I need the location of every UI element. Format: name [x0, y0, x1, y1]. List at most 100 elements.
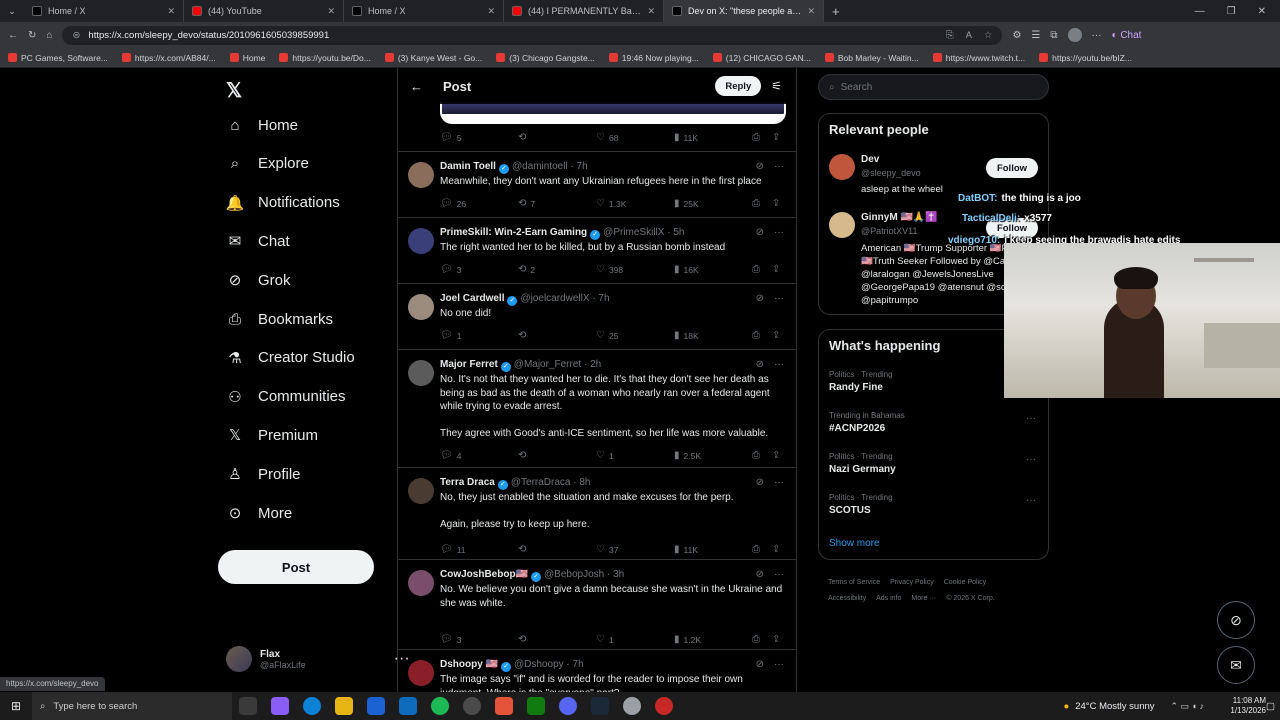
- bookmark-item[interactable]: https://www.twitch.t...: [932, 53, 1025, 63]
- tab-close-icon[interactable]: ✕: [487, 6, 495, 17]
- site-info-icon[interactable]: ⊜: [72, 30, 80, 41]
- nav-item-chat[interactable]: ✉ Chat: [226, 232, 290, 251]
- reply-action[interactable]: 💬︎ 1: [440, 330, 461, 341]
- bookmark-item[interactable]: Bob Marley - Waitin...: [824, 53, 919, 63]
- grok-explain-icon[interactable]: ⊘: [756, 659, 764, 670]
- views-action[interactable]: ▮ 25K: [674, 198, 699, 209]
- like-action[interactable]: ♡ 37: [596, 544, 618, 555]
- install-app-icon[interactable]: ⎘: [946, 30, 954, 41]
- footer-link[interactable]: Accessibility: [828, 595, 866, 602]
- bookmark-action[interactable]: ⎙: [752, 634, 760, 645]
- account-switcher[interactable]: Flax @aFlaxLife ···: [226, 646, 410, 672]
- reply-author-name[interactable]: Joel Cardwell: [440, 293, 504, 304]
- settings-icon[interactable]: [623, 697, 641, 715]
- views-action[interactable]: ▮ 2.5K: [674, 450, 701, 461]
- views-action[interactable]: ▮ 1.2K: [674, 634, 701, 645]
- more-options-icon[interactable]: ···: [774, 477, 784, 488]
- restore-icon[interactable]: ❐: [1227, 6, 1236, 17]
- views-action[interactable]: ▮ 18K: [674, 330, 699, 341]
- more-menu-icon[interactable]: ···: [1092, 30, 1102, 41]
- reload-icon[interactable]: ↻: [28, 30, 36, 41]
- read-aloud-icon[interactable]: A: [966, 30, 972, 41]
- repost-action[interactable]: ⟲: [518, 132, 526, 143]
- trend-item[interactable]: Politics · Trending Nazi Germany: [829, 452, 896, 475]
- favorites-icon[interactable]: ☰: [1031, 30, 1040, 41]
- reply-author-name[interactable]: CowJoshBebop🇺🇸: [440, 569, 528, 580]
- nav-item-home[interactable]: ⌂ Home: [226, 116, 298, 134]
- nav-item-premium[interactable]: 𝕏 Premium: [226, 426, 318, 445]
- bookmark-action[interactable]: ⎙: [752, 132, 760, 143]
- filter-settings-icon[interactable]: ⚟: [771, 79, 782, 93]
- bookmark-item[interactable]: https://youtu.be/Do...: [279, 53, 371, 63]
- share-action[interactable]: ⇪: [772, 198, 780, 209]
- collections-icon[interactable]: ⧉: [1050, 30, 1057, 41]
- trend-item[interactable]: Trending in Bahamas #ACNP2026: [829, 411, 905, 434]
- avatar[interactable]: [408, 228, 434, 254]
- reply-action[interactable]: 💬︎ 5: [440, 132, 461, 143]
- address-bar[interactable]: ⊜ https://x.com/sleepy_devo/status/20109…: [62, 25, 1003, 45]
- trend-more-icon[interactable]: ···: [1026, 495, 1036, 506]
- bookmark-item[interactable]: https://youtu.be/bIZ...: [1039, 53, 1132, 63]
- back-icon[interactable]: ←: [8, 30, 18, 41]
- clock[interactable]: 11:08 AM 1/13/2026: [1214, 696, 1266, 716]
- messages-float-button[interactable]: ✉: [1217, 646, 1255, 684]
- tab-close-icon[interactable]: ✕: [327, 6, 335, 17]
- reply-author-name[interactable]: Major Ferret: [440, 359, 498, 370]
- like-action[interactable]: ♡ 398: [596, 264, 623, 275]
- more-options-icon[interactable]: ···: [774, 227, 784, 238]
- grok-float-button[interactable]: ⊘: [1217, 601, 1255, 639]
- repost-action[interactable]: ⟲: [518, 450, 530, 461]
- avatar[interactable]: [829, 212, 855, 238]
- bookmark-item[interactable]: (3) Chicago Gangste...: [496, 53, 595, 63]
- reply-action[interactable]: 💬︎ 3: [440, 634, 461, 645]
- avatar[interactable]: [829, 154, 855, 180]
- bookmark-action[interactable]: ⎙: [752, 264, 760, 275]
- reply-action[interactable]: 💬︎ 4: [440, 450, 461, 461]
- close-window-icon[interactable]: ✕: [1258, 6, 1266, 17]
- store-icon[interactable]: [367, 697, 385, 715]
- grok-explain-icon[interactable]: ⊘: [756, 359, 764, 370]
- xbox-icon[interactable]: [527, 697, 545, 715]
- obs-icon[interactable]: [495, 697, 513, 715]
- more-options-icon[interactable]: ···: [774, 659, 784, 670]
- reply-author-name[interactable]: Dshoopy 🇺🇸: [440, 659, 498, 670]
- tab-close-icon[interactable]: ✕: [807, 6, 815, 17]
- share-action[interactable]: ⇪: [772, 544, 780, 555]
- nav-item-creator-studio[interactable]: ⚗ Creator Studio: [226, 349, 354, 367]
- repost-action[interactable]: ⟲: [518, 544, 530, 555]
- like-action[interactable]: ♡ 25: [596, 330, 618, 341]
- discord-icon[interactable]: [559, 697, 577, 715]
- nav-item-more[interactable]: ⊙ More: [226, 504, 292, 523]
- more-options-icon[interactable]: ···: [774, 161, 784, 172]
- reply-post[interactable]: Major Ferret ✓ @Major_Ferret · 2h ⊘ ··· No. I…: [398, 350, 796, 468]
- nav-item-bookmarks[interactable]: ⎙ Bookmarks: [226, 310, 333, 328]
- reply-button[interactable]: Reply: [715, 76, 762, 96]
- bookmark-action[interactable]: ⎙: [752, 198, 760, 209]
- bookmark-item[interactable]: (12) CHICAGO GAN...: [712, 53, 811, 63]
- grok-explain-icon[interactable]: ⊘: [756, 293, 764, 304]
- bookmark-item[interactable]: 19:46 Now playing...: [608, 53, 699, 63]
- repost-action[interactable]: ⟲: [518, 634, 530, 645]
- trend-item[interactable]: Politics · Trending SCOTUS: [829, 493, 893, 516]
- footer-link[interactable]: Terms of Service: [828, 579, 880, 586]
- views-action[interactable]: ▮ 11K: [674, 544, 698, 555]
- footer-link[interactable]: Privacy Policy: [890, 579, 934, 586]
- media-icon[interactable]: [463, 697, 481, 715]
- reply-post[interactable]: PrimeSkill: Win-2-Earn Gaming ✓ @PrimeSkil…: [398, 218, 796, 284]
- nav-item-explore[interactable]: ⌕ Explore: [226, 155, 309, 173]
- grok-explain-icon[interactable]: ⊘: [756, 477, 764, 488]
- avatar[interactable]: [408, 660, 434, 686]
- footer-link[interactable]: Cookie Policy: [944, 579, 986, 586]
- post-button[interactable]: Post: [218, 550, 374, 584]
- footer-link[interactable]: © 2026 X Corp.: [946, 595, 994, 602]
- trend-item[interactable]: Politics · Trending Randy Fine: [829, 370, 893, 393]
- reply-action[interactable]: 💬︎ 26: [440, 198, 466, 209]
- repost-action[interactable]: ⟲: [518, 330, 530, 341]
- share-action[interactable]: ⇪: [772, 450, 780, 461]
- avatar[interactable]: [408, 294, 434, 320]
- home-browser-icon[interactable]: ⌂: [46, 30, 52, 41]
- steam-icon[interactable]: [591, 697, 609, 715]
- extensions-icon[interactable]: ⚙: [1012, 30, 1021, 41]
- trend-more-icon[interactable]: ···: [1026, 413, 1036, 424]
- new-tab-button[interactable]: +: [832, 4, 840, 19]
